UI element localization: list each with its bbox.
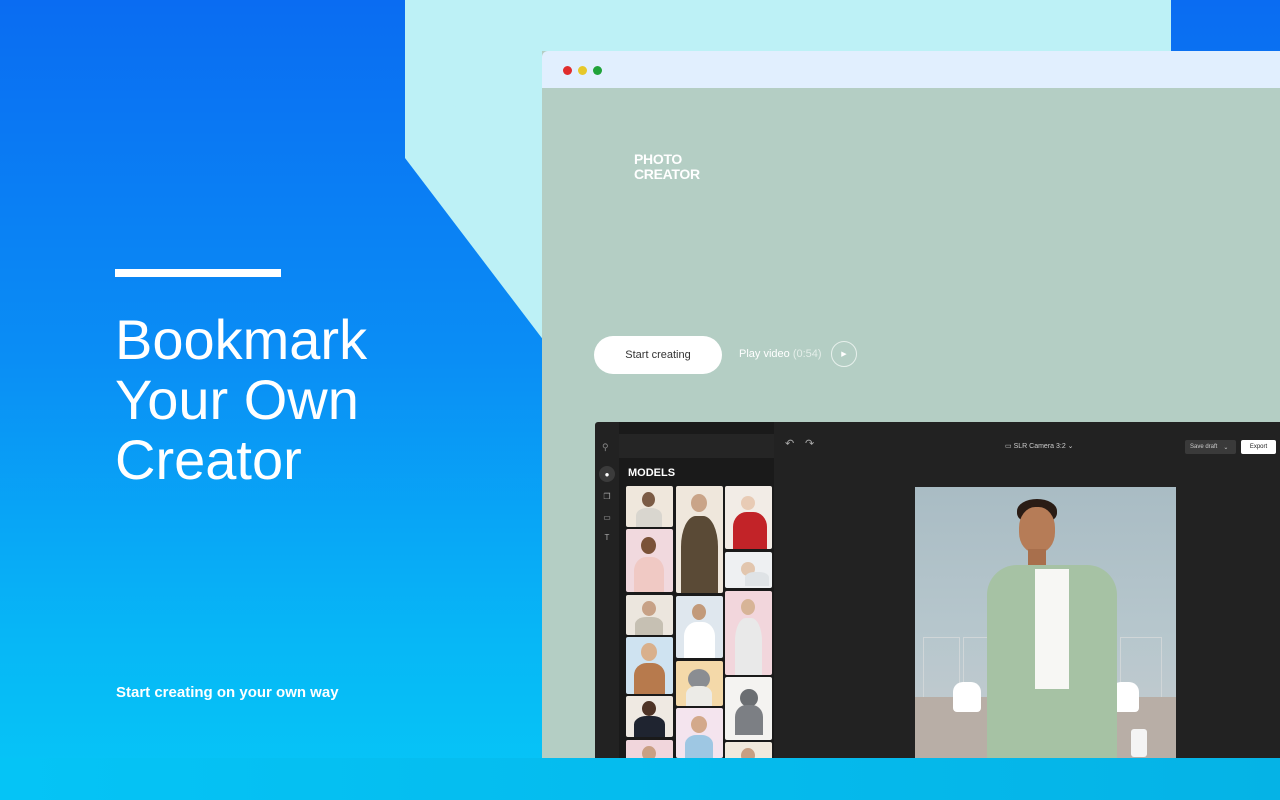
image-icon[interactable]: ▭ bbox=[599, 509, 615, 525]
export-button[interactable]: Export bbox=[1241, 440, 1276, 454]
model-thumbnail[interactable] bbox=[626, 486, 673, 527]
model-thumbnail[interactable] bbox=[676, 486, 723, 593]
models-grid bbox=[626, 486, 776, 758]
undo-icon[interactable]: ↶ bbox=[785, 437, 794, 450]
model-thumbnail[interactable] bbox=[676, 661, 723, 706]
chair bbox=[953, 682, 981, 712]
bottom-band bbox=[0, 758, 1280, 800]
chevron-down-icon: ⌄ bbox=[1223, 444, 1229, 451]
model-face bbox=[1019, 507, 1055, 553]
save-draft-label: Save draft bbox=[1190, 444, 1218, 450]
camera-icon: ▭ bbox=[1005, 443, 1012, 450]
model-thumbnail[interactable] bbox=[725, 486, 772, 549]
browser-window: PHOTO CREATOR Start creating Play video … bbox=[542, 51, 1280, 758]
model-thumbnail[interactable] bbox=[626, 740, 673, 758]
text-icon[interactable]: T bbox=[599, 529, 615, 545]
minimize-dot-icon[interactable] bbox=[578, 66, 587, 75]
play-icon[interactable]: ▶ bbox=[831, 341, 857, 367]
camera-select[interactable]: ▭ SLR Camera 3:2 ⌄ bbox=[1005, 442, 1074, 450]
save-draft-button[interactable]: Save draft ⌄ bbox=[1185, 440, 1236, 454]
chevron-down-icon: ⌄ bbox=[1067, 443, 1074, 450]
models-title: MODELS bbox=[628, 467, 676, 479]
model-cup bbox=[1131, 729, 1147, 757]
model-thumbnail[interactable] bbox=[725, 677, 772, 740]
close-dot-icon[interactable] bbox=[563, 66, 572, 75]
model-thumbnail[interactable] bbox=[626, 637, 673, 694]
play-video-duration: (0:54) bbox=[792, 348, 822, 360]
model-thumbnail[interactable] bbox=[626, 696, 673, 737]
model-thumbnail[interactable] bbox=[725, 742, 772, 758]
model-thumbnail[interactable] bbox=[626, 529, 673, 592]
hero-title: Bookmark Your Own Creator bbox=[115, 308, 368, 491]
model-thumbnail[interactable] bbox=[676, 708, 723, 758]
layers-icon[interactable]: ❐ bbox=[599, 488, 615, 504]
redo-icon[interactable]: ↷ bbox=[805, 437, 814, 450]
play-video-link[interactable]: Play video (0:54) bbox=[739, 348, 822, 360]
person-icon[interactable]: ● bbox=[599, 466, 615, 482]
play-video-label: Play video bbox=[739, 348, 790, 360]
site-logo[interactable]: PHOTO CREATOR bbox=[634, 152, 700, 182]
model-thumbnail[interactable] bbox=[676, 596, 723, 658]
models-panel: ⚲ MODELS bbox=[602, 422, 776, 758]
model-thumbnail[interactable] bbox=[725, 552, 772, 588]
hero-subtitle: Start creating on your own way bbox=[116, 684, 339, 701]
editor-preview: ● ❐ ▭ T ⚲ MODELS ↶ ↷ ▭ SLR Camera 3:2 ⌄ … bbox=[595, 422, 1280, 758]
search-input[interactable] bbox=[619, 434, 774, 458]
model-thumbnail[interactable] bbox=[626, 595, 673, 635]
hero-rule bbox=[115, 269, 281, 277]
start-creating-button[interactable]: Start creating bbox=[594, 336, 722, 374]
maximize-dot-icon[interactable] bbox=[593, 66, 602, 75]
browser-chrome bbox=[542, 51, 1280, 88]
model-top bbox=[1035, 569, 1069, 689]
search-icon: ⚲ bbox=[602, 442, 609, 452]
tool-rail: ● ❐ ▭ T bbox=[595, 422, 619, 758]
canvas-photo[interactable] bbox=[915, 487, 1176, 758]
model-thumbnail[interactable] bbox=[725, 591, 772, 675]
camera-label: SLR Camera 3:2 bbox=[1013, 443, 1066, 450]
